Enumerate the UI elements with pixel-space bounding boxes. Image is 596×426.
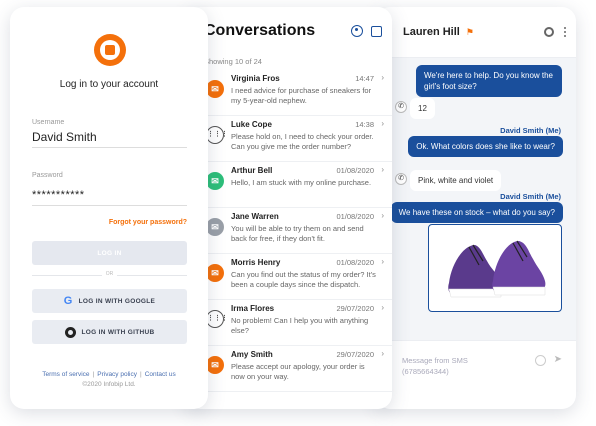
chevron-right-icon: › — [381, 119, 384, 128]
conversation-name: Morris Henry — [231, 258, 281, 267]
conversation-date: 29/07/2020 — [336, 350, 374, 359]
message-bubble: We're here to help. Do you know the girl… — [416, 65, 562, 97]
chevron-right-icon: › — [381, 257, 384, 266]
conversation-name: Jane Warren — [231, 212, 279, 221]
conversation-preview: Please hold on, I need to check your ord… — [231, 132, 374, 151]
user-icon[interactable] — [351, 25, 363, 37]
conversation-name: Virginia Fros — [231, 74, 280, 83]
conversation-preview: Can you find out the status of my order?… — [231, 270, 376, 289]
message-bubble: Ok. What colors does she like to wear? — [408, 136, 563, 157]
conversation-item[interactable]: ✉ Morris Henry 01/08/2020 › Can you find out… — [186, 253, 392, 300]
conversation-item[interactable]: ✉ Virginia Fros 14:47 › I need advice for pu… — [186, 69, 392, 116]
terms-link[interactable]: Terms of service — [42, 371, 89, 378]
compose-input[interactable]: Message from SMS (6785664344) — [402, 355, 468, 377]
conversation-item[interactable]: ✉ Arthur Bell 01/08/2020 › Hello, I am stuck… — [186, 161, 392, 208]
emoji-icon[interactable] — [535, 355, 546, 366]
conversation-name: Amy Smith — [231, 350, 273, 359]
chevron-right-icon: › — [381, 303, 384, 312]
conversation-preview: No problem! Can I help you with anything… — [231, 316, 369, 335]
message-bubble: Pink, white and violet — [410, 170, 502, 191]
whatsapp-icon: ✆ — [395, 173, 407, 185]
message-sender: David Smith (Me) — [500, 192, 561, 201]
login-google-button[interactable]: G LOG IN WITH GOOGLE — [32, 289, 187, 313]
compose-placeholder: Message from SMS — [402, 356, 468, 365]
flag-icon[interactable]: ⚑ — [466, 27, 474, 38]
github-button-label: LOG IN WITH GITHUB — [81, 328, 155, 336]
login-panel: Log in to your account Username David Sm… — [10, 7, 208, 409]
conversation-date: 01/08/2020 — [336, 212, 374, 221]
login-github-button[interactable]: LOG IN WITH GITHUB — [32, 320, 187, 344]
chat-panel: Lauren Hill ⚑ We're here to help. Do you… — [376, 7, 576, 409]
compose-number: (6785664344) — [402, 367, 449, 376]
conversation-preview: You will be able to try them on and send… — [231, 224, 364, 243]
conversation-item[interactable]: ✉ Amy Smith 29/07/2020 › Please accept our a… — [186, 345, 392, 392]
conversations-panel: Conversations Showing 10 of 24 ✉ Virginia… — [186, 7, 392, 409]
footer-links: Terms of service | Privacy policy | Contact … — [42, 371, 176, 378]
channel-icon: ✉ — [206, 80, 224, 98]
login-title: Log in to your account — [59, 79, 159, 90]
conversation-preview: Hello, I am stuck with my online purchas… — [231, 178, 372, 187]
conversation-item[interactable]: ⋮⋮⋮ Luke Cope 14:38 › Please hold on, I need… — [186, 115, 392, 162]
conversation-date: 14:38 — [355, 120, 374, 129]
conversation-date: 01/08/2020 — [336, 258, 374, 267]
channel-icon: ✉ — [206, 264, 224, 282]
dialpad-icon: ⋮⋮⋮ — [206, 126, 228, 144]
more-options-icon[interactable] — [564, 27, 566, 37]
username-label: Username — [32, 119, 65, 126]
chevron-right-icon: › — [381, 211, 384, 220]
conversation-date: 29/07/2020 — [336, 304, 374, 313]
privacy-link[interactable]: Privacy policy — [97, 371, 137, 378]
conversation-preview: I need advice for purchase of sneakers f… — [231, 86, 372, 105]
page-title: Conversations — [204, 22, 316, 39]
password-underline — [32, 205, 187, 206]
chat-contact-name: Lauren Hill — [403, 26, 460, 38]
chat-header: Lauren Hill ⚑ — [376, 7, 576, 58]
forgot-password-link[interactable]: Forgot your password? — [109, 219, 187, 226]
password-label: Password — [32, 172, 63, 179]
channel-icon: ✉ — [206, 218, 224, 236]
login-button[interactable]: LOG IN — [32, 241, 187, 265]
conversation-item[interactable]: ⋮⋮⋮ Irma Flores 29/07/2020 › No problem! Can… — [186, 299, 392, 346]
conversation-item[interactable]: ✉ Jane Warren 01/08/2020 › You will be able … — [186, 207, 392, 254]
record-icon[interactable] — [544, 27, 554, 37]
chevron-right-icon: › — [381, 165, 384, 174]
password-field[interactable]: *********** — [32, 189, 85, 201]
channel-icon: ✉ — [206, 356, 224, 374]
conversation-date: 14:47 — [355, 74, 374, 83]
conversation-name: Arthur Bell — [231, 166, 273, 175]
login-button-label: LOG IN — [97, 249, 122, 257]
google-icon: G — [63, 295, 73, 307]
conversations-header: Conversations — [186, 7, 392, 55]
message-bubble: We have these on stock – what do you say… — [390, 202, 563, 223]
infobip-logo — [94, 34, 126, 66]
chevron-right-icon: › — [381, 73, 384, 82]
conversation-preview: Please accept our apology, your order is… — [231, 362, 365, 381]
username-underline — [32, 147, 187, 148]
channel-icon: ✉ — [206, 172, 224, 190]
github-icon — [64, 326, 76, 338]
message-bubble: 12 — [410, 98, 435, 119]
whatsapp-icon: ✆ — [395, 101, 407, 113]
compose-area[interactable]: Message from SMS (6785664344) ➤ — [376, 340, 576, 409]
conversation-count: Showing 10 of 24 — [204, 57, 262, 66]
sneakers-photo[interactable] — [428, 224, 562, 312]
google-button-label: LOG IN WITH GOOGLE — [78, 297, 156, 305]
compose-icon[interactable] — [371, 25, 382, 37]
or-divider: OR — [32, 271, 187, 279]
conversation-name: Luke Cope — [231, 120, 272, 129]
conversation-date: 01/08/2020 — [336, 166, 374, 175]
conversation-name: Irma Flores — [231, 304, 275, 313]
dialpad-icon: ⋮⋮⋮ — [206, 310, 228, 328]
send-icon[interactable]: ➤ — [554, 354, 562, 365]
chevron-right-icon: › — [381, 349, 384, 358]
sneakers-image — [448, 240, 546, 298]
contact-link[interactable]: Contact us — [145, 371, 176, 378]
username-field[interactable]: David Smith — [32, 130, 97, 144]
copyright: ©2020 Infobip Ltd. — [82, 381, 136, 388]
or-label: OR — [105, 271, 114, 277]
message-sender: David Smith (Me) — [500, 126, 561, 135]
